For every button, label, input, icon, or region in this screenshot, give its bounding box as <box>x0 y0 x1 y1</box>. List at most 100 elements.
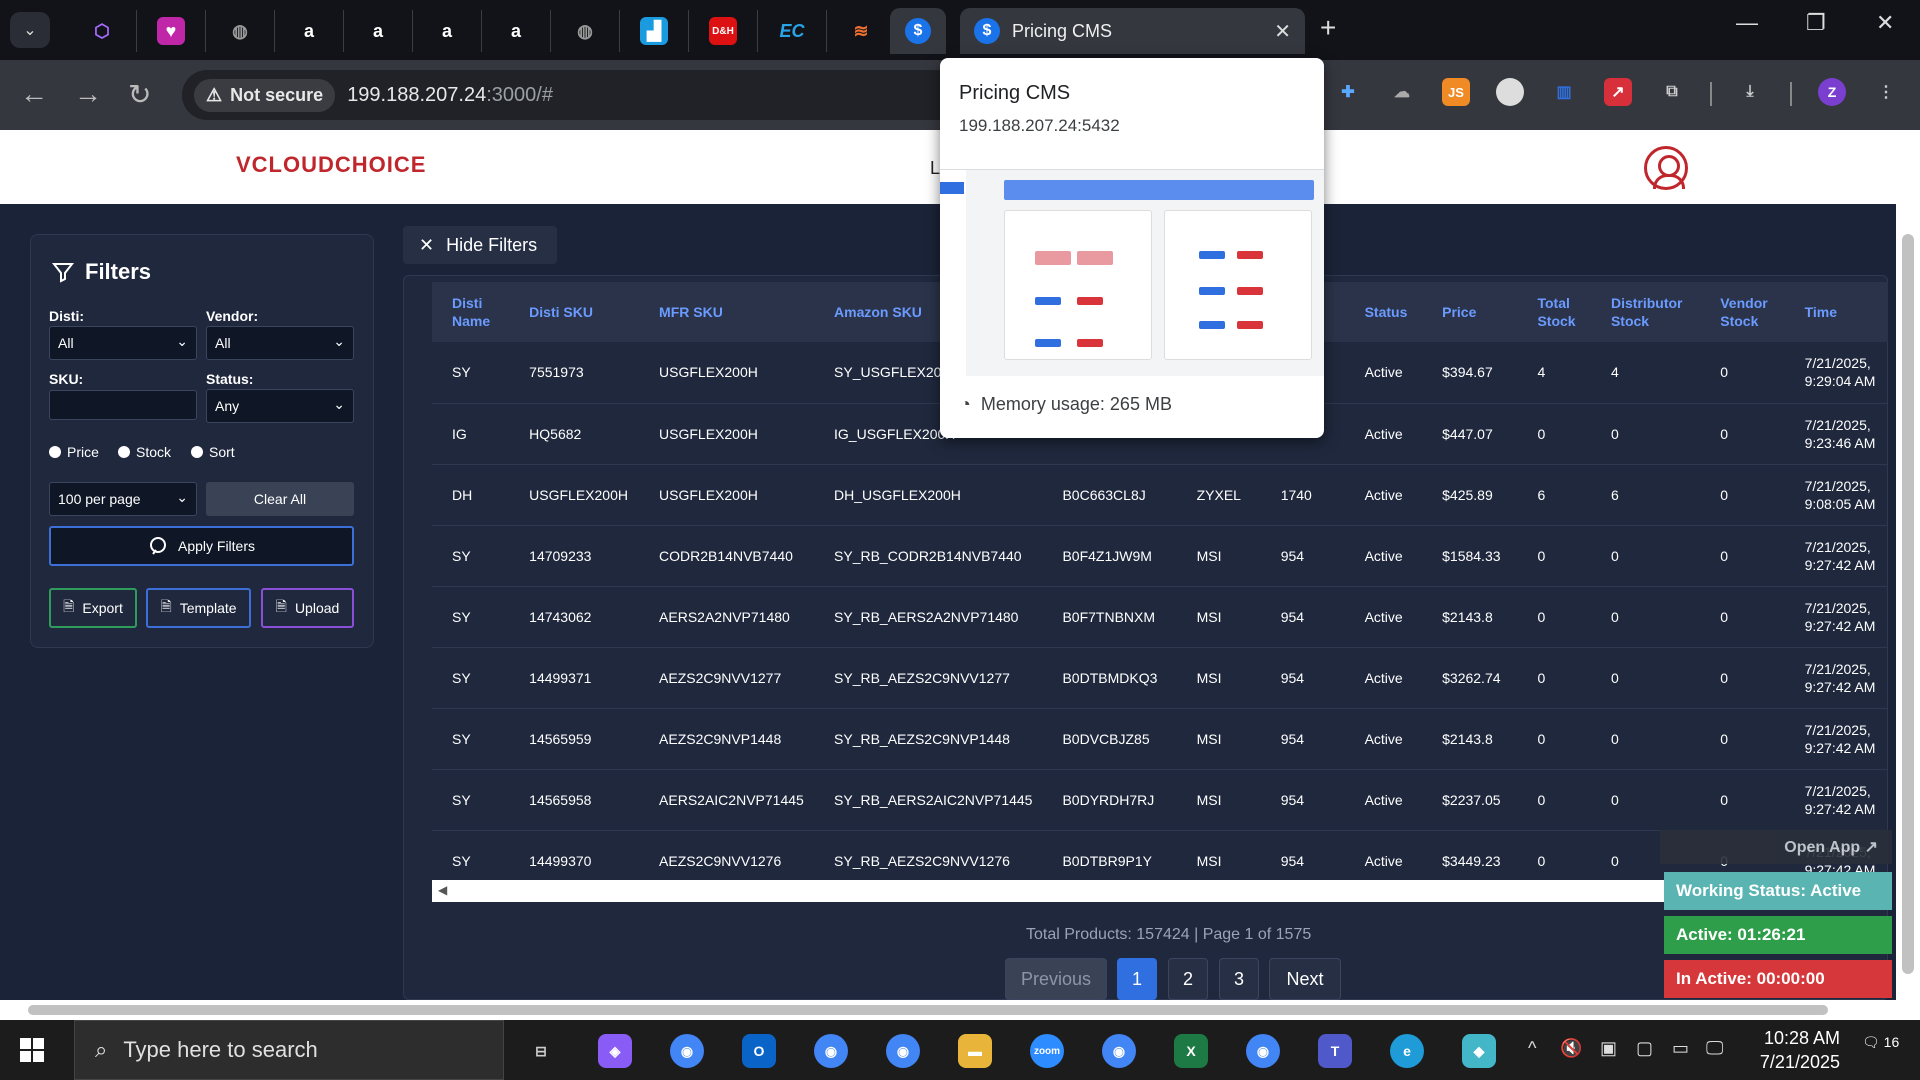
page-horizontal-scrollbar[interactable] <box>0 1000 1920 1020</box>
tab-search-button[interactable]: ⌄ <box>10 12 50 48</box>
tab-amazon-2[interactable]: a <box>344 10 413 52</box>
back-button[interactable]: ← <box>20 78 48 110</box>
col-disti-sku[interactable]: Disti SKU <box>509 282 639 342</box>
tab-dh[interactable]: D&H <box>689 10 758 52</box>
notification-center[interactable]: 🗨 16 <box>1862 1034 1899 1051</box>
chrome-icon[interactable]: ◉ <box>670 1034 704 1068</box>
user-profile-icon[interactable] <box>1644 146 1688 190</box>
forward-button[interactable]: → <box>74 78 102 110</box>
table-row[interactable]: SY 14565958 AERS2AIC2NVP71445 SY_RB_AERS2AI… <box>432 769 1888 831</box>
upload-button[interactable]: 🗎 Upload <box>261 588 354 628</box>
app-diamond-icon[interactable]: ◆ <box>1462 1034 1496 1068</box>
address-bar[interactable]: ⚠ Not secure 199.188.207.24:3000/# <box>182 70 962 120</box>
col-time[interactable]: Time <box>1785 282 1888 342</box>
new-tab-button[interactable]: + <box>1320 12 1336 44</box>
kebab-menu-icon[interactable]: ⋮ <box>1872 78 1900 106</box>
tab-globe-2[interactable]: ◍ <box>551 10 620 52</box>
col-price[interactable]: Price <box>1422 282 1517 342</box>
radio-sort[interactable]: Sort <box>191 444 235 460</box>
close-window-button[interactable]: ✕ <box>1876 10 1894 36</box>
restore-button[interactable]: ❐ <box>1806 10 1826 36</box>
battery-icon[interactable]: ▭ <box>1672 1038 1689 1059</box>
chrome-icon[interactable]: ◉ <box>814 1034 848 1068</box>
network-icon[interactable]: 🖵 <box>1706 1038 1723 1059</box>
zoom-icon[interactable]: zoom <box>1030 1034 1064 1068</box>
extension-chart-icon[interactable]: ▥ <box>1550 78 1578 106</box>
tab-blue-app[interactable]: ▟ <box>620 10 689 52</box>
extension-js-icon[interactable]: JS <box>1442 78 1470 106</box>
chrome-icon[interactable]: ◉ <box>1102 1034 1136 1068</box>
table-row[interactable]: SY 14709233 CODR2B14NVB7440 SY_RB_CODR2B14N… <box>432 525 1888 587</box>
tab-amazon-3[interactable]: a <box>413 10 482 52</box>
col-vendor-stock[interactable]: Vendor Stock <box>1700 282 1784 342</box>
edge-icon[interactable]: e <box>1390 1034 1424 1068</box>
reload-button[interactable]: ↻ <box>128 78 151 111</box>
col-mfr-sku[interactable]: MFR SKU <box>639 282 814 342</box>
tab-ec[interactable]: EC <box>758 10 827 52</box>
radio-price[interactable]: Price <box>49 444 99 460</box>
tab-pricing-cms[interactable]: $ Pricing CMS ✕ <box>960 8 1305 54</box>
teams-icon[interactable]: T <box>1318 1034 1352 1068</box>
extension-arrow-icon[interactable]: ↗ <box>1604 78 1632 106</box>
nav-fragment[interactable]: L <box>930 158 940 179</box>
page-2-button[interactable]: 2 <box>1168 958 1208 1000</box>
tab-amazon-1[interactable]: a <box>275 10 344 52</box>
radio-stock[interactable]: Stock <box>118 444 171 460</box>
outlook-icon[interactable]: O <box>742 1034 776 1068</box>
tab-pricing-icon[interactable]: $ <box>890 8 946 54</box>
tab-amazon-4[interactable]: a <box>482 10 551 52</box>
vendor-select[interactable]: All ⌄ <box>206 326 354 360</box>
page-vertical-scrollbar[interactable] <box>1896 204 1920 1000</box>
extension-puzzle-blue-icon[interactable]: ✚ <box>1334 78 1362 106</box>
scrollbar-thumb[interactable] <box>1902 234 1914 974</box>
per-page-select[interactable]: 100 per page ⌄ <box>49 482 197 516</box>
table-row[interactable]: SY 14565959 AEZS2C9NVP1448 SY_RB_AEZS2C9NVP… <box>432 708 1888 770</box>
open-app-link[interactable]: Open App ↗ <box>1660 830 1892 864</box>
status-select[interactable]: Any ⌄ <box>206 389 354 423</box>
windows-start-icon[interactable] <box>20 1038 44 1062</box>
clear-all-button[interactable]: Clear All <box>206 482 354 516</box>
previous-page-button[interactable]: Previous <box>1005 958 1107 1000</box>
extensions-icon[interactable]: ⧉ <box>1658 78 1686 106</box>
taskbar-search[interactable]: ⌕ Type here to search <box>74 1020 504 1080</box>
tab-globe-1[interactable]: ◍ <box>206 10 275 52</box>
brand-logo[interactable]: VCLOUDCHOICE <box>236 152 426 178</box>
apply-filters-button[interactable]: Apply Filters <box>49 526 354 566</box>
chrome-icon[interactable]: ◉ <box>886 1034 920 1068</box>
excel-icon[interactable]: X <box>1174 1034 1208 1068</box>
chrome-icon[interactable]: ◉ <box>1246 1034 1280 1068</box>
tray-chevron-icon[interactable]: ^ <box>1528 1038 1536 1059</box>
minimize-button[interactable]: — <box>1736 10 1758 36</box>
device-icon[interactable]: ▣ <box>1600 1038 1617 1059</box>
col-status[interactable]: Status <box>1345 282 1423 342</box>
copilot-icon[interactable]: ◈ <box>598 1034 632 1068</box>
next-page-button[interactable]: Next <box>1269 958 1341 1000</box>
scrollbar-thumb[interactable] <box>28 1005 1828 1015</box>
task-view-icon[interactable]: ⊟ <box>524 1034 558 1068</box>
file-explorer-icon[interactable]: ▬ <box>958 1034 992 1068</box>
col-disti-name[interactable]: Disti Name <box>432 282 509 342</box>
page-1-button[interactable]: 1 <box>1117 958 1157 1000</box>
export-button[interactable]: 🗎 Export <box>49 588 137 628</box>
tab-cube[interactable]: ⬡ <box>68 10 137 52</box>
taskbar-clock[interactable]: 10:28 AM 7/21/2025 <box>1740 1026 1840 1074</box>
table-row[interactable]: SY 14499371 AEZS2C9NVV1277 SY_RB_AEZS2C9NVV… <box>432 647 1888 709</box>
download-icon[interactable]: ⤓ <box>1736 78 1764 106</box>
tab-heart[interactable]: ♥ <box>137 10 206 52</box>
col-distributor-stock[interactable]: Distributor Stock <box>1591 282 1700 342</box>
security-chip[interactable]: ⚠ Not secure <box>194 78 336 112</box>
sku-input[interactable] <box>49 390 197 420</box>
screen-record-icon[interactable]: ▢ <box>1636 1038 1653 1059</box>
extension-circle-icon[interactable] <box>1496 78 1524 106</box>
hide-filters-button[interactable]: ✕ Hide Filters <box>403 226 557 264</box>
disti-select[interactable]: All ⌄ <box>49 326 197 360</box>
table-row[interactable]: DH USGFLEX200H USGFLEX200H DH_USGFLEX200H B0… <box>432 464 1888 526</box>
template-button[interactable]: 🗎 Template <box>146 588 251 628</box>
col-total-stock[interactable]: Total Stock <box>1517 282 1590 342</box>
tab-stack[interactable]: ≋ <box>827 10 896 52</box>
close-tab-icon[interactable]: ✕ <box>1274 19 1291 44</box>
extension-cloud-icon[interactable]: ☁ <box>1388 78 1416 106</box>
profile-avatar[interactable]: Z <box>1818 78 1846 106</box>
page-3-button[interactable]: 3 <box>1219 958 1259 1000</box>
table-row[interactable]: SY 14743062 AERS2A2NVP71480 SY_RB_AERS2A2NV… <box>432 586 1888 648</box>
